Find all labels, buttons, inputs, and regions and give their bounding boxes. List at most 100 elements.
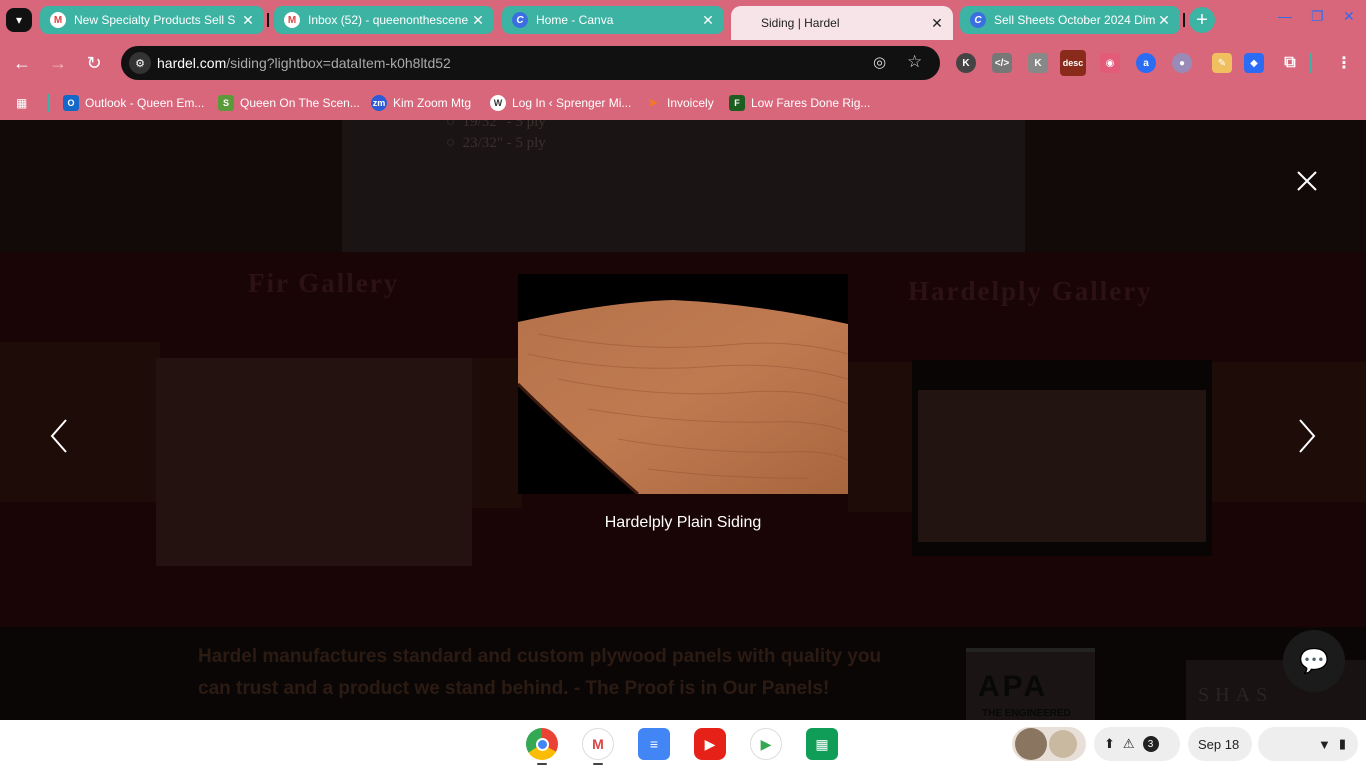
tab-new-specialty-products[interactable]: M New Specialty Products Sell S ✕ [40,6,264,34]
bookmark-sprenger-login[interactable]: W Log In ‹ Sprenger Mi... [490,92,631,114]
avatar [1015,728,1047,760]
url-path: /siding?lightbox=dataItem-k0h8ltd52 [226,55,451,71]
tab-title: Sell Sheets October 2024 Dim [994,13,1156,27]
footer-tagline: Hardel manufactures standard and custom … [198,646,882,699]
tab-close-icon[interactable]: ✕ [700,12,716,29]
bookmark-label: Log In ‹ Sprenger Mi... [512,96,632,110]
extensions-puzzle-icon[interactable]: ⧉ [1280,53,1300,73]
invoicely-icon: ➤ [647,95,659,110]
tab-title: Siding | Hardel [761,16,840,30]
hardelply-gallery-image [848,362,914,512]
fir-gallery-image [472,358,522,508]
url-text: hardel.com/siding?lightbox=dataItem-k0h8… [157,55,451,71]
gmail-icon: M [50,12,66,28]
bookmarks-bar: ▦ O Outlook - Queen Em... S Queen On The S… [0,86,1366,120]
os-shelf: M ≡ ▶ ▶ ▦ ⬆ ⚠ 3 Sep 18 ▼ ▮ [0,720,1366,768]
bullet-19-32: ○ 19/32" - 5 ply [446,120,546,130]
url-host: hardel.com [157,55,227,71]
tab-strip: ▾ M New Specialty Products Sell S ✕ M In… [0,0,1366,40]
warning-icon: ⚠ [1122,736,1135,751]
avatar [1049,730,1077,758]
tab-inbox[interactable]: M Inbox (52) - queenonthescene ✕ [274,6,494,34]
canva-icon: C [970,12,986,28]
extension-code-icon[interactable]: </> [992,53,1012,73]
lightbox-image [518,274,848,494]
chevron-right-icon[interactable] [1292,416,1322,456]
extension-k2-icon[interactable]: K [1028,53,1048,73]
chrome-icon[interactable] [526,728,558,760]
tab-siding-hardel[interactable]: Siding | Hardel ✕ [731,6,953,40]
bookmark-kim-zoom[interactable]: zm Kim Zoom Mtg [371,92,471,114]
menu-kebab-icon[interactable]: ⋮ [1334,53,1354,73]
spec-section: ○ 19/32" - 5 ply ○ 23/32" - 5 ply [0,120,1366,252]
forward-icon[interactable]: → [46,51,70,75]
apps-grid-icon[interactable]: ▦ [16,92,27,114]
play-store-icon[interactable]: ▶ [750,728,782,760]
bookmark-invoicely[interactable]: ➤ Invoicely [645,92,714,114]
lightbox-caption: Hardelply Plain Siding [604,514,762,531]
status-tray[interactable]: ▼ ▮ [1258,727,1358,761]
wordpress-icon: W [490,95,506,111]
upload-icon: ⬆ [1104,736,1115,751]
bookmark-outlook[interactable]: O Outlook - Queen Em... [63,92,204,114]
back-icon[interactable]: ← [10,51,34,75]
battery-icon: ▮ [1338,736,1346,751]
zoom-icon: zm [371,95,387,111]
footer-section: Hardel manufactures standard and custom … [0,627,1366,720]
minimize-icon[interactable]: — [1278,8,1292,24]
bookmark-label: Low Fares Done Rig... [751,96,871,110]
tab-sell-sheets[interactable]: C Sell Sheets October 2024 Dim ✕ [960,6,1180,34]
site-info-icon[interactable]: ⚙ [129,52,151,74]
tab-title: New Specialty Products Sell S [74,13,236,27]
maximize-icon[interactable]: ❐ [1311,8,1324,25]
extension-desc-icon[interactable]: desc [1060,50,1086,76]
close-icon[interactable] [1292,166,1322,196]
apa-logo: APA THE ENGINEERED [966,648,1095,720]
extension-puzzle-blue-icon[interactable]: ◆ [1244,53,1264,73]
apa-logo-subtext: THE ENGINEERED [982,708,1071,719]
extension-a-icon[interactable]: a [1136,53,1156,73]
tab-close-icon[interactable]: ✕ [929,15,945,32]
extension-search-icon[interactable]: ◉ [1100,53,1120,73]
bookmark-low-fares[interactable]: F Low Fares Done Rig... [729,92,870,114]
bookmark-star-icon[interactable]: ☆ [907,52,922,72]
fir-gallery-image [156,358,472,566]
window-close-icon[interactable]: ✕ [1343,8,1355,25]
frontier-icon: F [729,95,745,111]
bookmark-queen-on-the-scene[interactable]: S Queen On The Scen... [218,92,360,114]
extension-pin-icon[interactable]: ✎ [1212,53,1232,73]
spec-panel: ○ 19/32" - 5 ply ○ 23/32" - 5 ply [342,120,1025,252]
bookmark-label: Kim Zoom Mtg [393,96,472,110]
date-text: Sep 18 [1198,736,1240,752]
eye-off-icon[interactable]: ◎ [873,53,886,71]
extension-k-icon[interactable]: K [956,53,976,73]
fir-gallery-title: Fir Gallery [248,268,400,298]
date-button[interactable]: Sep 18 [1188,727,1252,761]
docs-icon[interactable]: ≡ [638,728,670,760]
bullet-23-32: ○ 23/32" - 5 ply [446,135,546,151]
extension-circle-icon[interactable]: ● [1172,53,1192,73]
tab-close-icon[interactable]: ✕ [1156,12,1172,29]
notification-count: 3 [1142,736,1159,752]
new-tab-button[interactable]: + [1189,7,1215,33]
address-bar[interactable]: ⚙ hardel.com/siding?lightbox=dataItem-k0… [121,46,940,80]
tab-canva-home[interactable]: C Home - Canva ✕ [502,6,724,34]
browser-toolbar: ← → ↻ ⚙ hardel.com/siding?lightbox=dataI… [0,40,1366,86]
gmail-icon[interactable]: M [582,728,614,760]
phone-hub-avatars[interactable] [1012,727,1086,761]
tab-close-icon[interactable]: ✕ [240,12,256,29]
sheets-icon[interactable]: ▦ [806,728,838,760]
chat-bubble-icon[interactable]: 💬 [1283,630,1345,692]
tab-close-icon[interactable]: ✕ [470,12,486,29]
hardelply-gallery-title: Hardelply Gallery [908,276,1153,306]
hardelply-gallery-image [1212,362,1366,502]
chevron-left-icon[interactable] [44,416,74,456]
youtube-icon[interactable]: ▶ [694,728,726,760]
chevron-down-icon: ▾ [15,13,23,27]
tab-search-button[interactable]: ▾ [6,8,32,32]
fir-gallery-image [0,342,160,502]
reload-icon[interactable]: ↻ [82,51,106,75]
shopify-icon: S [218,95,234,111]
outlook-icon: O [63,95,79,111]
notification-tray[interactable]: ⬆ ⚠ 3 [1094,727,1180,761]
